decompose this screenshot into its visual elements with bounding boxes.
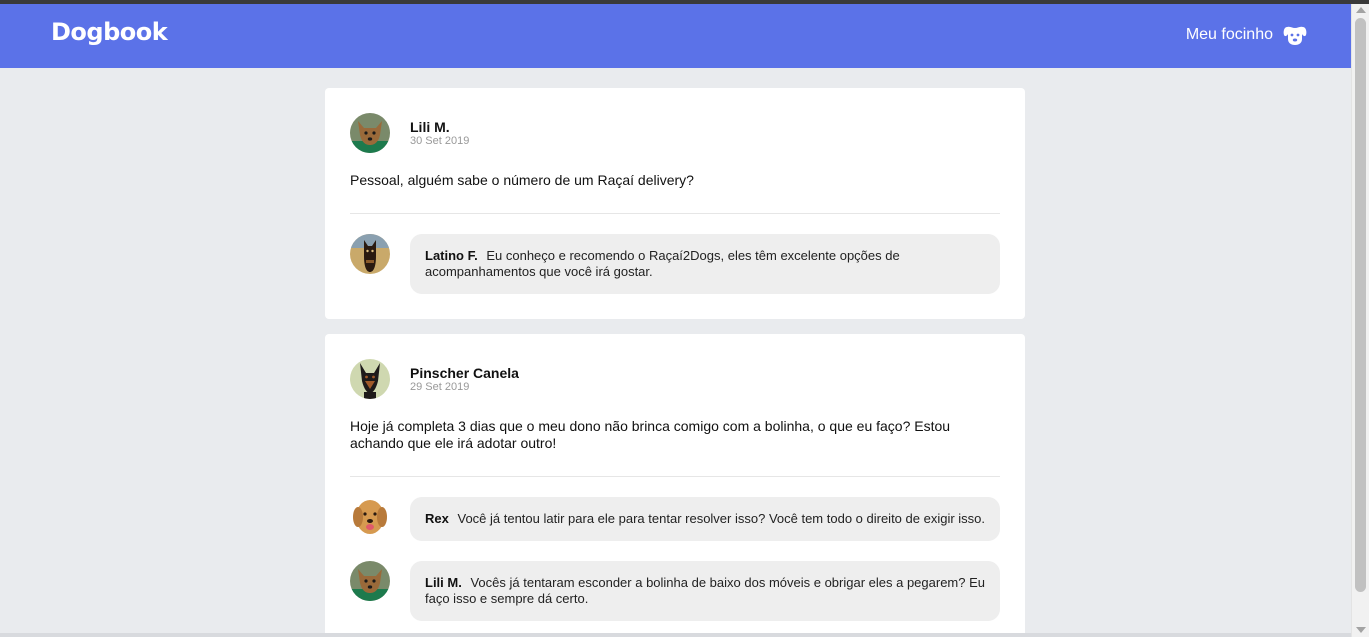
comment-bubble: Lili M. Vocês já tentaram esconder a bol… (410, 561, 1000, 621)
post-card: Lili M. 30 Set 2019 Pessoal, alguém sabe… (325, 88, 1025, 319)
comment: Lili M. Vocês já tentaram esconder a bol… (350, 561, 1000, 621)
post-content: Hoje já completa 3 dias que o meu dono n… (350, 418, 1000, 477)
comment-author[interactable]: Lili M. (425, 575, 462, 590)
comment-list: Rex Você já tentou latir para ele para t… (350, 477, 1000, 621)
top-navbar: Dogbook Meu focinho (0, 4, 1351, 68)
comment-text: Vocês já tentaram esconder a bolinha de … (425, 575, 986, 606)
comment-bubble: Rex Você já tentou latir para ele para t… (410, 497, 1000, 541)
avatar-pinscher[interactable] (350, 359, 390, 399)
vertical-scrollbar[interactable] (1351, 4, 1369, 637)
profile-label: Meu focinho (1185, 26, 1273, 43)
author-meta: Lili M. 30 Set 2019 (410, 119, 469, 147)
post-content: Pessoal, alguém sabe o número de um Raça… (350, 172, 1000, 214)
post-author[interactable]: Pinscher Canela (410, 365, 519, 381)
post-card: Pinscher Canela 29 Set 2019 Hoje já comp… (325, 334, 1025, 637)
comment-text: Você já tentou latir para ele para tenta… (457, 511, 985, 526)
avatar-latino[interactable] (350, 234, 390, 274)
post-header: Lili M. 30 Set 2019 (350, 113, 1000, 153)
post-header: Pinscher Canela 29 Set 2019 (350, 359, 1000, 399)
avatar-rex[interactable] (350, 497, 390, 537)
comment-bubble: Latino F. Eu conheço e recomendo o Raçaí… (410, 234, 1000, 294)
avatar-lili[interactable] (350, 113, 390, 153)
post-date: 29 Set 2019 (410, 381, 470, 393)
scrollbar-thumb[interactable] (1355, 18, 1366, 592)
comment-text: Eu conheço e recomendo o Raçaí2Dogs, ele… (425, 248, 900, 279)
post-author[interactable]: Lili M. (410, 119, 469, 135)
comment: Rex Você já tentou latir para ele para t… (350, 497, 1000, 541)
post-feed: Lili M. 30 Set 2019 Pessoal, alguém sabe… (325, 88, 1025, 637)
brand-logo[interactable]: Dogbook (51, 18, 168, 46)
post-date: 30 Set 2019 (410, 135, 470, 147)
avatar-lili[interactable] (350, 561, 390, 601)
comment: Latino F. Eu conheço e recomendo o Raçaí… (350, 234, 1000, 294)
dog-face-icon (1283, 26, 1307, 45)
page-bottom-edge (0, 633, 1351, 637)
scroll-down-icon[interactable] (1356, 627, 1366, 633)
scroll-up-icon[interactable] (1356, 7, 1366, 13)
profile-link[interactable]: Meu focinho (1186, 24, 1307, 46)
comment-list: Latino F. Eu conheço e recomendo o Raçaí… (350, 214, 1000, 294)
author-meta: Pinscher Canela 29 Set 2019 (410, 365, 519, 393)
comment-author[interactable]: Latino F. (425, 248, 478, 263)
comment-author[interactable]: Rex (425, 511, 449, 526)
